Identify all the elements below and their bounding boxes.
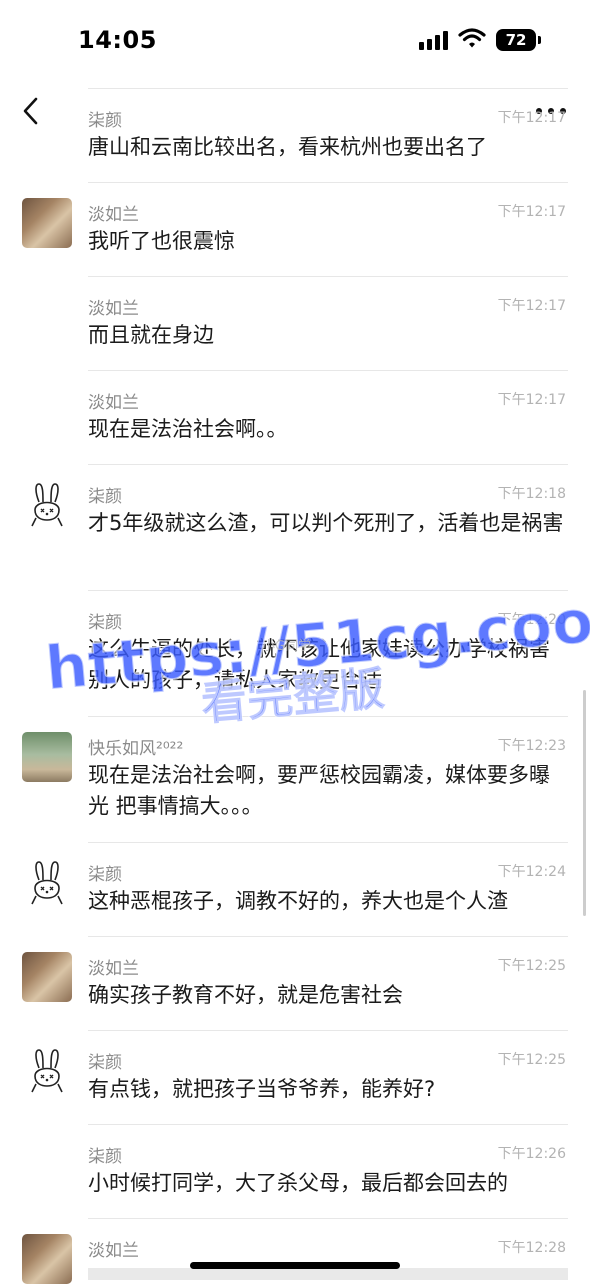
message-text[interactable]: 唐山和云南比较出名，看来杭州也要出名了 [88, 132, 568, 163]
message-item[interactable]: 柒颜 下午12:25 有点钱，就把孩子当爷爷养，能养好? [0, 1030, 590, 1124]
message-time: 下午12:18 [497, 486, 566, 502]
message-item[interactable]: 柒颜 下午12:17 唐山和云南比较出名，看来杭州也要出名了 [0, 88, 590, 182]
dog-avatar[interactable] [22, 1234, 72, 1284]
message-text[interactable]: 确实孩子教育不好，就是危害社会 [88, 980, 568, 1011]
message-time: 下午12:20 [497, 612, 566, 628]
home-indicator[interactable] [190, 1262, 400, 1269]
message-text[interactable]: 现在是法治社会啊，要严惩校园霸凌，媒体要多曝光 把事情搞大。。。 [88, 760, 568, 822]
message-sender: 柒颜 [88, 865, 122, 885]
message-time: 下午12:17 [497, 110, 566, 126]
bunny-avatar[interactable] [22, 1046, 72, 1096]
message-time: 下午12:17 [497, 392, 566, 408]
message-text[interactable]: 我听了也很震惊 [88, 226, 568, 257]
bunny-icon [31, 483, 63, 527]
bunny-icon [31, 1049, 63, 1093]
message-item[interactable]: 淡如兰 下午12:17 现在是法治社会啊。。 [0, 370, 590, 464]
message-item[interactable]: 快乐如风²⁰²² 下午12:23 现在是法治社会啊，要严惩校园霸凌，媒体要多曝光 把… [0, 716, 590, 842]
scrollbar[interactable] [583, 690, 586, 916]
cellular-signal-icon [419, 30, 449, 50]
message-text[interactable]: 这种恶棍孩子，调教不好的，养大也是个人渣 [88, 886, 568, 917]
message-item[interactable]: 柒颜 下午12:24 这种恶棍孩子，调教不好的，养大也是个人渣 [0, 842, 590, 936]
message-sender: 柒颜 [88, 1053, 122, 1073]
message-sender: 淡如兰 [88, 205, 139, 225]
wifi-icon [458, 28, 486, 48]
message-preview-strip [88, 1268, 568, 1280]
message-sender: 淡如兰 [88, 959, 139, 979]
message-time: 下午12:17 [497, 204, 566, 220]
message-sender: 柒颜 [88, 487, 122, 507]
status-time: 14:05 [78, 26, 157, 54]
bunny-avatar[interactable] [22, 858, 72, 908]
message-sender: 快乐如风²⁰²² [88, 739, 184, 759]
message-item[interactable]: 淡如兰 下午12:25 确实孩子教育不好，就是危害社会 [0, 936, 590, 1030]
message-time: 下午12:17 [497, 298, 566, 314]
bunny-avatar[interactable] [22, 480, 72, 530]
message-time: 下午12:28 [497, 1240, 566, 1256]
message-sender: 淡如兰 [88, 299, 139, 319]
message-item[interactable]: 柒颜 下午12:18 才5年级就这么渣，可以判个死刑了，活着也是祸害 [0, 464, 590, 590]
message-item[interactable]: 柒颜 下午12:20 这么牛逼的处长，就不该让他家娃读公办学校祸害别人的孩子，请私人… [0, 590, 590, 716]
bunny-icon [31, 861, 63, 905]
message-text[interactable]: 现在是法治社会啊。。 [88, 414, 568, 445]
message-sender: 柒颜 [88, 1147, 122, 1167]
message-item[interactable]: 淡如兰 下午12:17 而且就在身边 [0, 276, 590, 370]
message-text[interactable]: 小时候打同学，大了杀父母，最后都会回去的 [88, 1168, 568, 1199]
dog-avatar[interactable] [22, 952, 72, 1002]
message-time: 下午12:26 [497, 1146, 566, 1162]
message-time: 下午12:23 [497, 738, 566, 754]
message-time: 下午12:25 [497, 958, 566, 974]
message-sender: 柒颜 [88, 613, 122, 633]
status-bar: 14:05 72 [0, 0, 590, 80]
message-text[interactable]: 这么牛逼的处长，就不该让他家娃读公办学校祸害别人的孩子，请私人家教更合适 [88, 634, 568, 696]
message-item[interactable]: 淡如兰 下午12:17 我听了也很震惊 [0, 182, 590, 276]
message-text[interactable]: 有点钱，就把孩子当爷爷养，能养好? [88, 1074, 568, 1105]
message-text[interactable]: 而且就在身边 [88, 320, 568, 351]
message-sender: 淡如兰 [88, 1241, 139, 1261]
battery-tip [538, 36, 541, 44]
message-item[interactable]: 柒颜 下午12:26 小时候打同学，大了杀父母，最后都会回去的 [0, 1124, 590, 1218]
message-time: 下午12:25 [497, 1052, 566, 1068]
message-text[interactable]: 才5年级就这么渣，可以判个死刑了，活着也是祸害 [88, 508, 568, 539]
person-avatar[interactable] [22, 732, 72, 782]
message-time: 下午12:24 [497, 864, 566, 880]
battery-icon: 72 [496, 29, 536, 51]
dog-avatar[interactable] [22, 198, 72, 248]
message-sender: 淡如兰 [88, 393, 139, 413]
message-sender: 柒颜 [88, 111, 122, 131]
